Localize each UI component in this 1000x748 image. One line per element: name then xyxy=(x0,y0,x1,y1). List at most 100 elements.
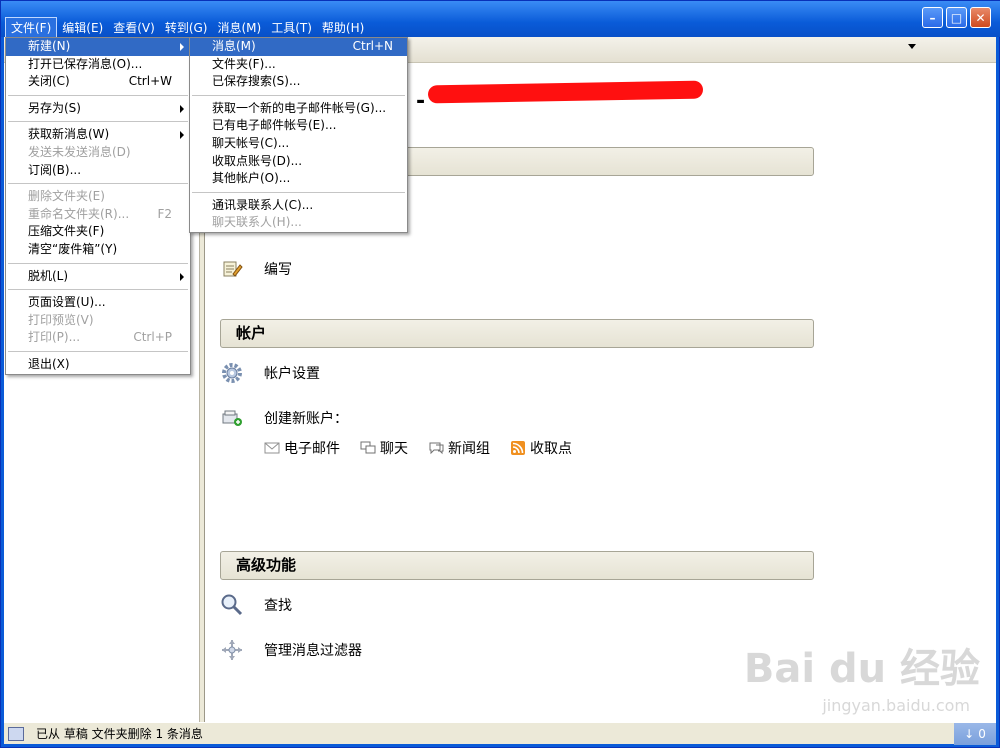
chat-link-label: 聊天 xyxy=(380,441,408,457)
account-settings-row[interactable]: 帐户设置 xyxy=(220,361,320,385)
menu-item-save-as[interactable]: 另存为(S) xyxy=(6,100,190,118)
menu-separator xyxy=(8,289,188,291)
rss-icon xyxy=(511,441,525,455)
file-menu: 新建(N) 打开已保存消息(O)... 关闭(C) Ctrl+W 另存为(S) 获… xyxy=(5,37,191,375)
menu-item-page-setup[interactable]: 页面设置(U)... xyxy=(6,294,190,312)
search-row[interactable]: 查找 xyxy=(220,593,292,617)
search-icon xyxy=(220,593,244,617)
section-header-accounts: 帐户 xyxy=(220,319,814,348)
menu-item-new[interactable]: 新建(N) xyxy=(6,38,190,56)
menu-item-label: 删除文件夹(E) xyxy=(28,189,105,204)
menu-item-label: 新建(N) xyxy=(28,39,71,53)
menu-tools[interactable]: 工具(T) xyxy=(266,18,317,37)
menu-item-existing-email[interactable]: 已有电子邮件帐号(E)... xyxy=(190,117,407,135)
menu-separator xyxy=(192,94,405,96)
menu-item-other-account[interactable]: 其他帐户(O)... xyxy=(190,170,407,188)
filters-row[interactable]: 管理消息过滤器 xyxy=(220,638,362,662)
menu-item-label: 收取点账号(D)... xyxy=(212,153,303,168)
shortcut-label: Ctrl+P xyxy=(133,330,172,345)
maximize-button[interactable]: □ xyxy=(946,7,967,28)
email-link-label: 电子邮件 xyxy=(284,441,340,457)
close-button[interactable]: ✕ xyxy=(970,7,991,28)
menu-item-label: 另存为(S) xyxy=(28,100,81,115)
menu-go[interactable]: 转到(G) xyxy=(160,18,213,37)
menu-file[interactable]: 文件(F) xyxy=(5,16,58,38)
menu-item-label: 重命名文件夹(R)... xyxy=(28,206,130,221)
menu-item-address-contact[interactable]: 通讯录联系人(C)... xyxy=(190,197,407,215)
menu-item-label: 聊天联系人(H)... xyxy=(212,215,302,230)
menu-item-label: 打印(P)... xyxy=(28,330,81,345)
section-header-advanced: 高级功能 xyxy=(220,551,814,580)
menu-item-label: 通讯录联系人(C)... xyxy=(212,197,314,212)
online-status-icon[interactable] xyxy=(8,726,24,741)
shortcut-label: Ctrl+W xyxy=(128,74,172,89)
menu-view[interactable]: 查看(V) xyxy=(108,18,160,37)
menu-item-label: 压缩文件夹(F) xyxy=(28,224,105,239)
gear-icon xyxy=(220,361,244,385)
menu-item-label: 脱机(L) xyxy=(28,268,69,283)
menu-item-print: 打印(P)... Ctrl+P xyxy=(6,329,190,347)
menu-help[interactable]: 帮助(H) xyxy=(317,18,369,37)
menu-message[interactable]: 消息(M) xyxy=(212,18,266,37)
menu-item-subscribe[interactable]: 订阅(B)... xyxy=(6,162,190,180)
menu-item-new-message[interactable]: 消息(M) Ctrl+N xyxy=(190,38,407,56)
newsgroup-link-label: 新闻组 xyxy=(448,441,490,457)
account-title: - xyxy=(416,89,426,114)
menu-item-label: 关闭(C) xyxy=(28,74,70,89)
menu-item-label: 文件夹(F)... xyxy=(212,56,276,71)
menu-item-close[interactable]: 关闭(C) Ctrl+W xyxy=(6,73,190,91)
menu-item-saved-search[interactable]: 已保存搜索(S)... xyxy=(190,73,407,91)
download-arrow-icon: ↓ xyxy=(964,727,975,741)
menu-item-label: 退出(X) xyxy=(28,356,70,371)
menu-item-compact-folders[interactable]: 压缩文件夹(F) xyxy=(6,223,190,241)
menu-item-delete-folder: 删除文件夹(E) xyxy=(6,188,190,206)
menu-item-new-folder[interactable]: 文件夹(F)... xyxy=(190,56,407,74)
menu-separator xyxy=(8,262,188,264)
menu-separator xyxy=(192,191,405,193)
menu-separator xyxy=(8,121,188,123)
menu-item-get-new[interactable]: 获取新消息(W) xyxy=(6,126,190,144)
search-link: 查找 xyxy=(264,598,292,614)
submenu-arrow-icon xyxy=(180,43,184,51)
menu-item-label: 打印预览(V) xyxy=(28,312,94,327)
menu-item-feed-account[interactable]: 收取点账号(D)... xyxy=(190,153,407,171)
compose-row[interactable]: 编写 xyxy=(220,257,292,281)
submenu-arrow-icon xyxy=(180,104,184,113)
minimize-button[interactable]: – xyxy=(922,7,943,28)
menu-edit[interactable]: 编辑(E) xyxy=(57,18,108,37)
chevron-down-icon[interactable] xyxy=(908,44,916,49)
menu-item-open-saved[interactable]: 打开已保存消息(O)... xyxy=(6,56,190,74)
newsgroup-icon xyxy=(429,442,444,455)
new-newsgroup-account-link[interactable]: 新闻组 xyxy=(428,438,490,458)
new-email-account-link[interactable]: 电子邮件 xyxy=(264,438,340,458)
chat-icon xyxy=(360,441,376,454)
menu-item-offline[interactable]: 脱机(L) xyxy=(6,268,190,286)
feed-link-label: 收取点 xyxy=(530,441,572,457)
envelope-icon xyxy=(264,442,280,454)
new-chat-account-link[interactable]: 聊天 xyxy=(360,438,408,458)
submenu-arrow-icon xyxy=(180,272,184,281)
menu-item-label: 清空“废件箱”(Y) xyxy=(28,241,118,256)
menu-item-exit[interactable]: 退出(X) xyxy=(6,356,190,374)
menu-bar: 文件(F) 编辑(E) 查看(V) 转到(G) 消息(M) 工具(T) 帮助(H… xyxy=(5,16,369,38)
new-feed-account-link[interactable]: 收取点 xyxy=(510,438,572,458)
menu-item-print-preview: 打印预览(V) xyxy=(6,312,190,330)
watermark-url: jingyan.baidu.com xyxy=(822,696,970,715)
new-account-icon xyxy=(220,406,244,430)
menu-item-label: 已保存搜索(S)... xyxy=(212,74,301,89)
menu-item-chat-account[interactable]: 聊天帐号(C)... xyxy=(190,135,407,153)
menu-separator xyxy=(8,350,188,352)
menu-separator xyxy=(8,183,188,185)
menu-item-empty-trash[interactable]: 清空“废件箱”(Y) xyxy=(6,241,190,259)
menu-item-label: 获取一个新的电子邮件帐号(G)... xyxy=(212,100,387,115)
compose-label: 编写 xyxy=(264,262,292,278)
menu-item-label: 获取新消息(W) xyxy=(28,127,110,142)
watermark-logo: Bai du 经验 xyxy=(743,646,980,692)
menu-item-send-unsent: 发送未发送消息(D) xyxy=(6,144,190,162)
menu-item-get-email-account[interactable]: 获取一个新的电子邮件帐号(G)... xyxy=(190,100,407,118)
status-bar: 已从 草稿 文件夹删除 1 条消息 ↓ 0 xyxy=(4,722,996,745)
status-activity[interactable]: ↓ 0 xyxy=(954,723,996,745)
account-settings-link: 帐户设置 xyxy=(264,366,320,382)
menu-item-label: 订阅(B)... xyxy=(28,162,82,177)
manage-filters-link: 管理消息过滤器 xyxy=(264,643,362,659)
